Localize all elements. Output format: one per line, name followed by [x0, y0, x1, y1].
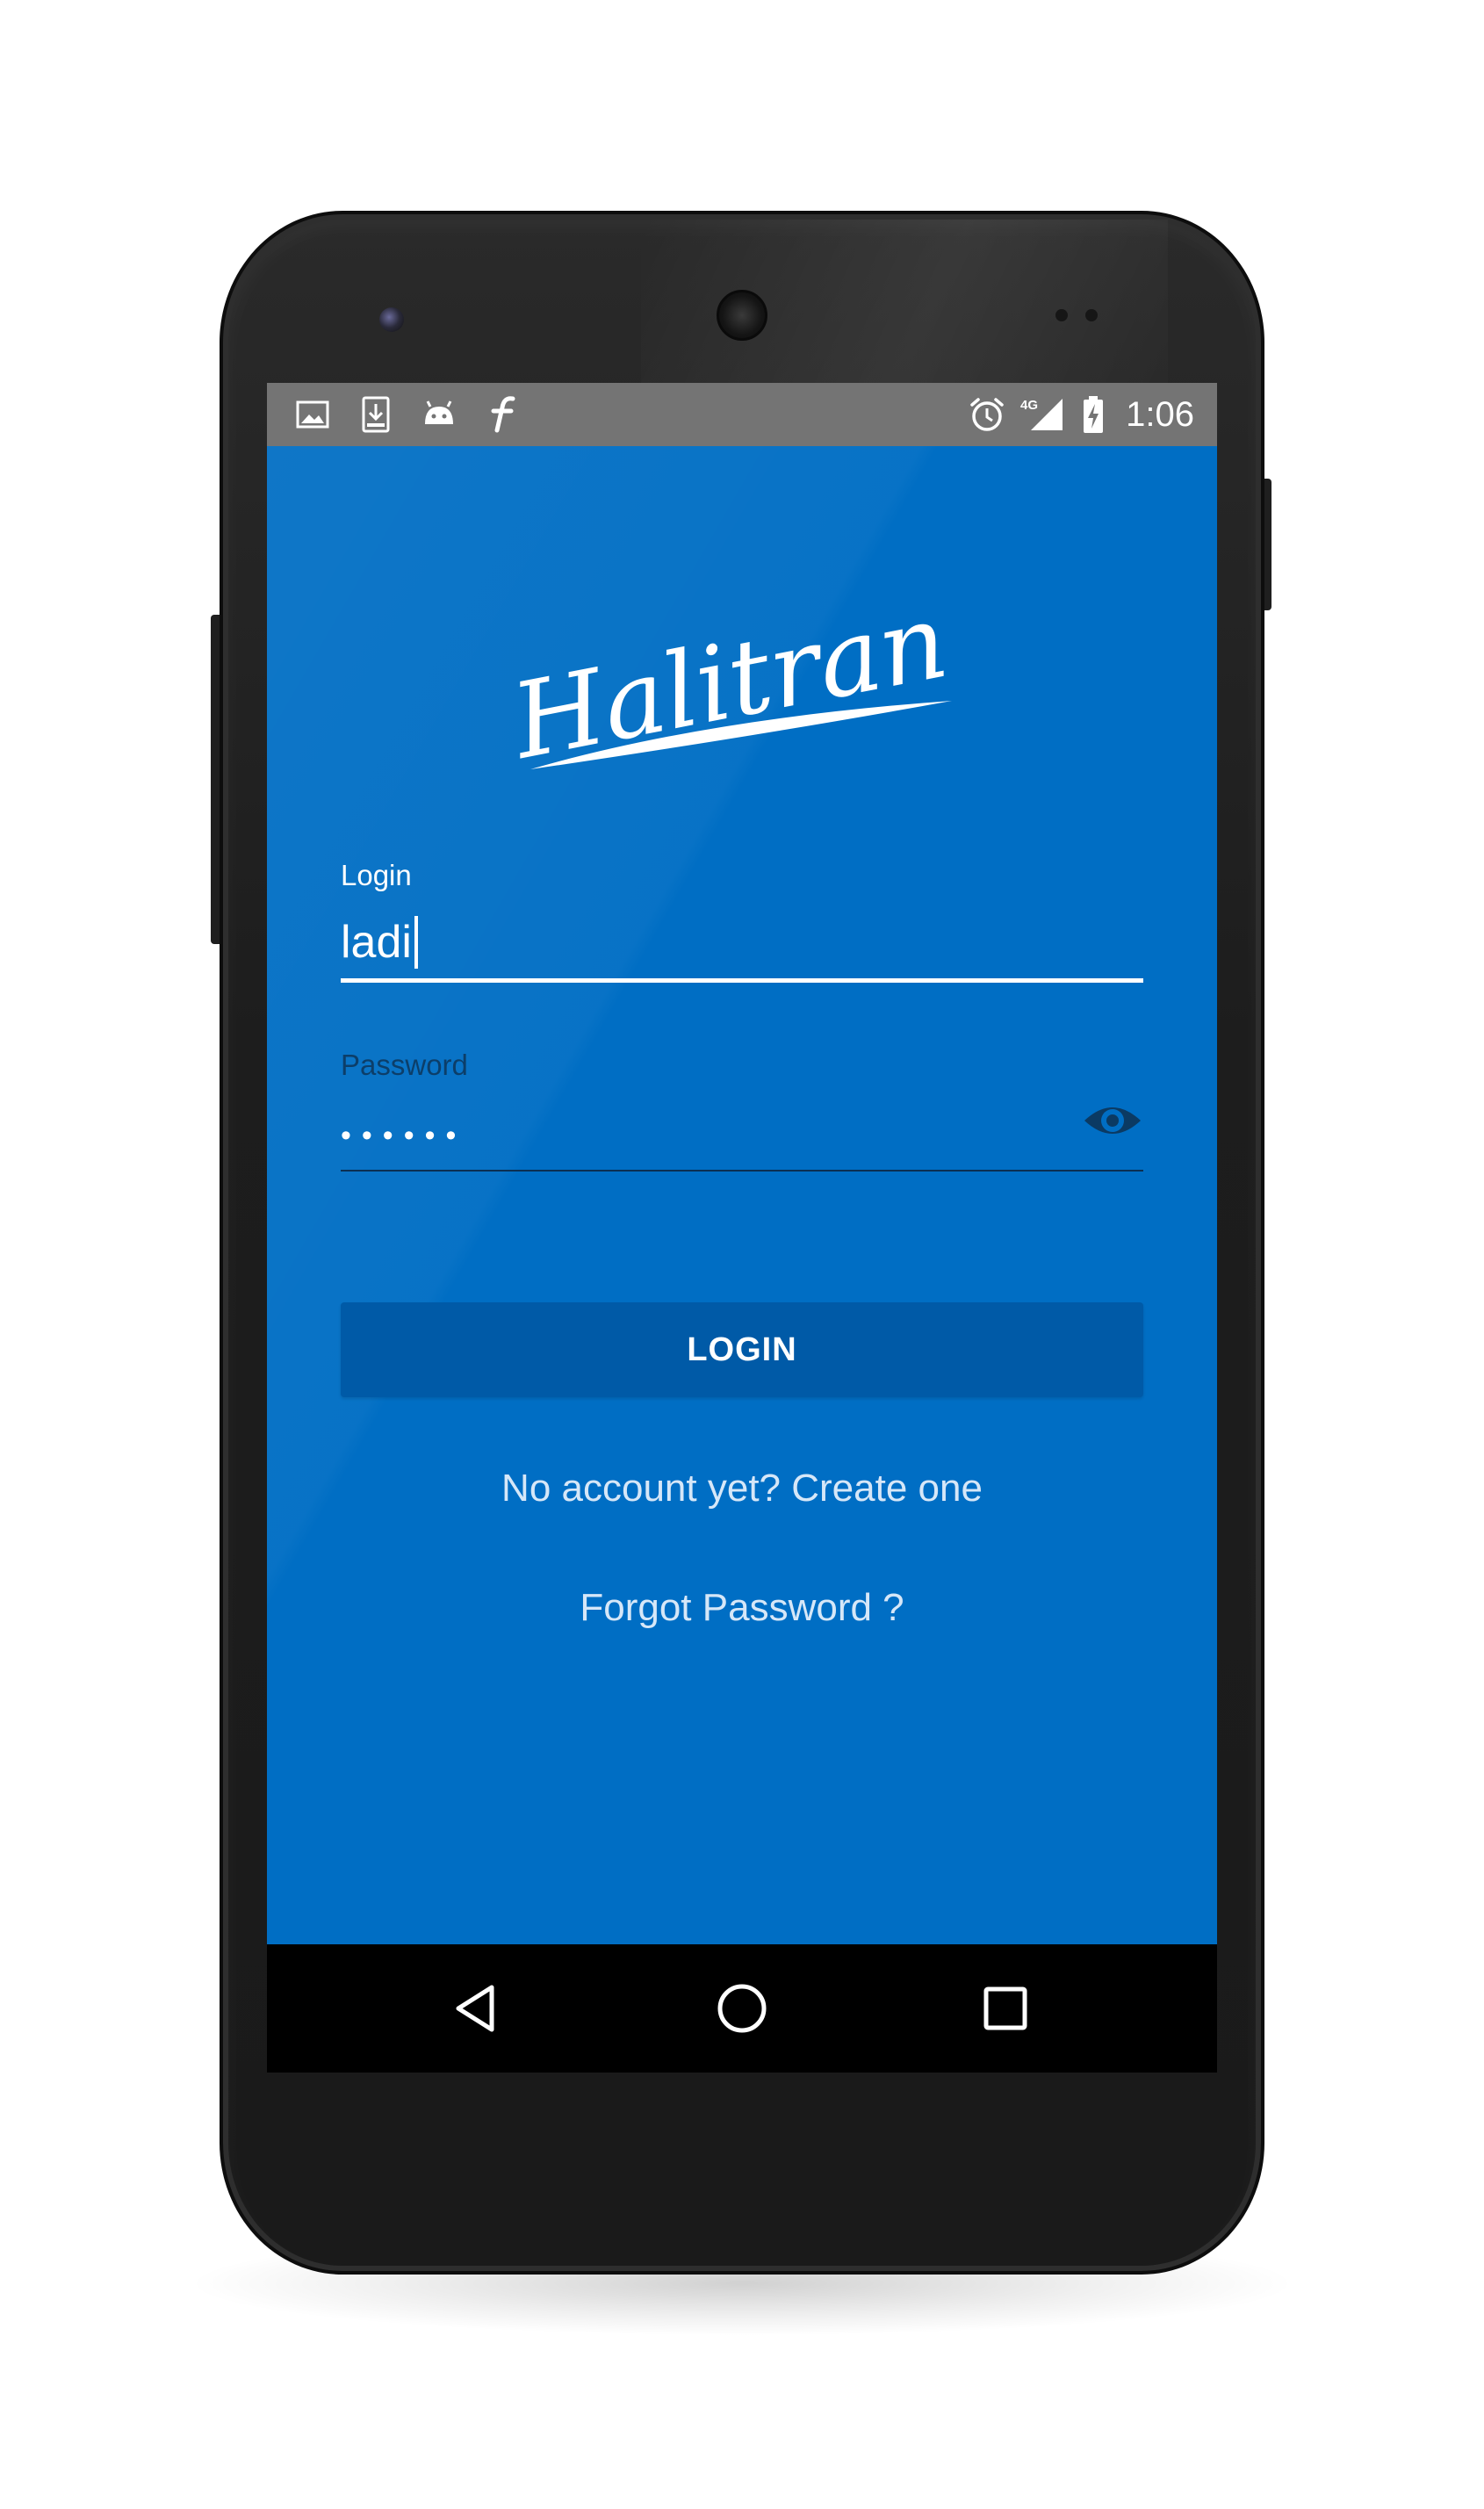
- home-icon[interactable]: [711, 1978, 773, 2039]
- stage: 4G 1:06 Halitran Login ladi Password •••…: [0, 0, 1484, 2509]
- proximity-sensor: [1055, 309, 1068, 321]
- login-underline: [341, 978, 1143, 983]
- eye-icon[interactable]: [1082, 1099, 1143, 1142]
- gallery-icon: [293, 395, 332, 434]
- android-icon: [420, 395, 458, 434]
- password-input[interactable]: ••••••: [341, 1101, 1143, 1163]
- login-field[interactable]: Login ladi: [341, 859, 1143, 983]
- forgot-password-link[interactable]: Forgot Password ?: [267, 1586, 1217, 1630]
- halitran-logo: Halitran: [501, 587, 956, 782]
- status-right-icons: 4G 1:06: [968, 393, 1194, 436]
- battery-charging-icon: [1080, 395, 1106, 434]
- create-account-link[interactable]: No account yet? Create one: [267, 1467, 1217, 1510]
- phone-screen: 4G 1:06 Halitran Login ladi Password •••…: [267, 383, 1217, 2073]
- login-button[interactable]: LOGIN: [341, 1302, 1143, 1397]
- light-sensor: [1085, 309, 1098, 321]
- download-icon: [357, 395, 395, 434]
- password-underline: [341, 1170, 1143, 1172]
- network-type-label: 4G: [1020, 398, 1038, 413]
- earpiece-speaker: [717, 290, 767, 341]
- recents-icon[interactable]: [975, 1978, 1036, 2039]
- password-label: Password: [341, 1049, 468, 1081]
- status-bar: 4G 1:06: [267, 383, 1217, 446]
- login-label: Login: [341, 859, 412, 891]
- brand-wordmark: Halitran: [501, 587, 956, 782]
- status-left-icons: [293, 393, 522, 436]
- front-camera: [379, 307, 404, 332]
- back-icon[interactable]: [444, 1978, 506, 2039]
- login-input-value: ladi: [341, 917, 412, 968]
- text-cursor: [414, 916, 418, 969]
- signal-icon: 4G: [1020, 395, 1066, 434]
- font-icon: [483, 395, 522, 434]
- status-clock: 1:06: [1126, 394, 1194, 434]
- navigation-bar: [267, 1944, 1217, 2073]
- login-input[interactable]: ladi: [341, 912, 1143, 973]
- login-screen: Halitran Login ladi Password •••••• LOGI…: [267, 446, 1217, 1944]
- password-field[interactable]: Password ••••••: [341, 1049, 1143, 1172]
- password-masked-value: ••••••: [341, 1118, 467, 1152]
- alarm-icon: [968, 395, 1006, 434]
